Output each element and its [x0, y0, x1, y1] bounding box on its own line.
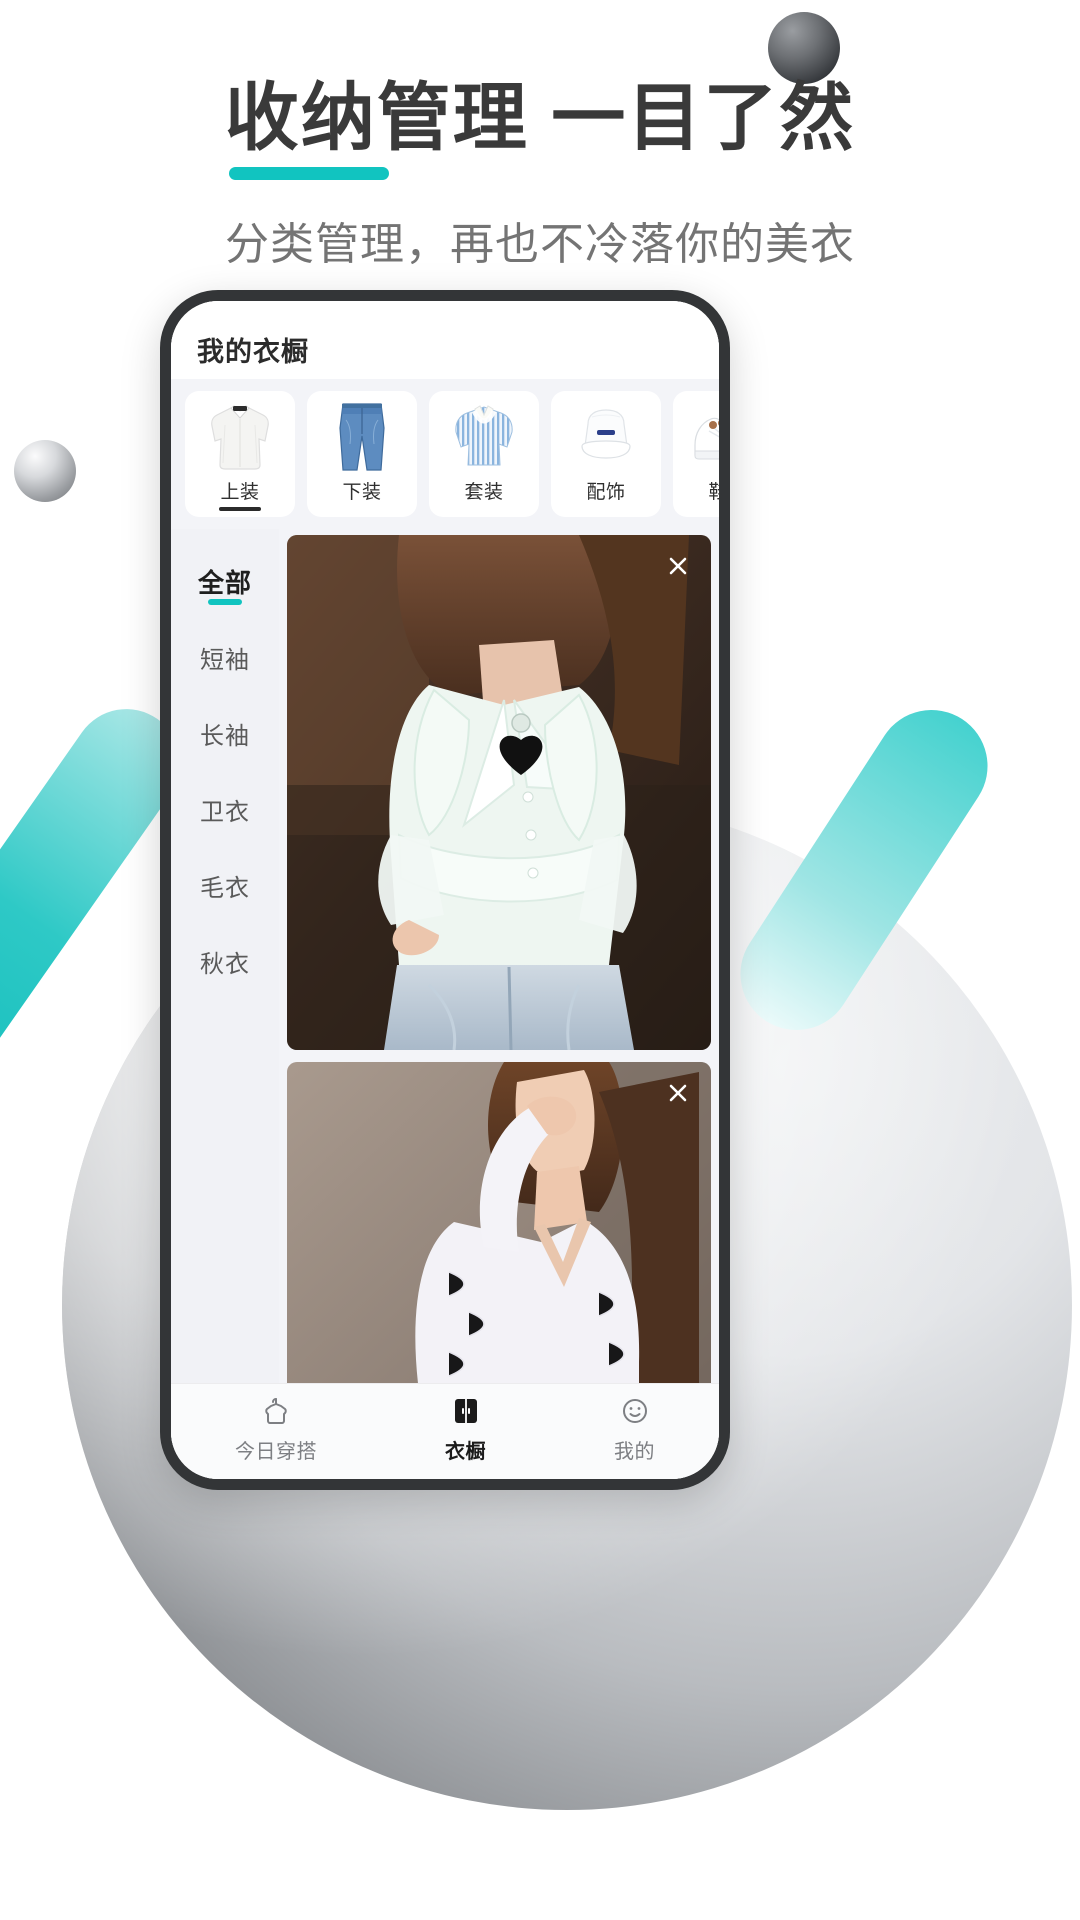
sidebar-item-short-sleeve[interactable]: 短袖 — [171, 619, 279, 695]
category-chip-shoes[interactable]: 鞋子 — [673, 391, 719, 517]
category-active-indicator — [219, 507, 261, 511]
sidebar-active-indicator — [208, 599, 242, 605]
sidebar-item-thermal[interactable]: 秋衣 — [171, 923, 279, 999]
close-icon — [669, 557, 687, 575]
hanger-shirt-icon — [259, 1394, 293, 1428]
subcategory-sidebar[interactable]: 全部 短袖 长袖 卫衣 毛衣 秋衣 — [171, 529, 279, 1383]
page-title: 收纳管理 一目了然 — [224, 76, 856, 180]
smiley-face-icon — [618, 1394, 652, 1428]
sidebar-item-label: 卫衣 — [200, 798, 250, 826]
app-screen: 我的衣橱 上装 下装 套装 配饰 全部 短袖 长袖 卫衣 毛衣 秋衣 今日穿搭 … — [171, 301, 719, 1479]
tab-label: 今日穿搭 — [235, 1440, 317, 1463]
sidebar-item-label: 长袖 — [200, 722, 250, 750]
wardrobe-item-list[interactable] — [279, 529, 719, 1383]
list-item[interactable] — [287, 1062, 711, 1383]
category-chip-accessories[interactable]: 配饰 — [551, 391, 661, 517]
sidebar-item-label: 秋衣 — [200, 950, 250, 978]
category-label: 套装 — [464, 482, 504, 503]
list-item[interactable] — [287, 535, 711, 1050]
category-label: 下装 — [342, 482, 382, 503]
sidebar-item-hoodie[interactable]: 卫衣 — [171, 771, 279, 847]
sidebar-item-long-sleeve[interactable]: 长袖 — [171, 695, 279, 771]
app-title: 我的衣橱 — [197, 337, 309, 367]
dark-sphere-decoration — [768, 12, 840, 84]
sidebar-item-all[interactable]: 全部 — [171, 543, 279, 619]
wardrobe-icon — [449, 1394, 483, 1428]
phone-mockup: 我的衣橱 上装 下装 套装 配饰 全部 短袖 长袖 卫衣 毛衣 秋衣 今日穿搭 … — [160, 290, 730, 1490]
blue-jeans-icon — [323, 399, 401, 475]
remove-item-button[interactable] — [661, 1076, 695, 1110]
white-sneakers-icon — [689, 399, 719, 475]
headline-container: 收纳管理 一目了然 — [0, 76, 1080, 180]
teal-ribbon-right-decoration — [718, 688, 1010, 1052]
sidebar-item-label: 毛衣 — [200, 874, 250, 902]
category-strip[interactable]: 上装 下装 套装 配饰 — [171, 379, 719, 529]
remove-item-button[interactable] — [661, 549, 695, 583]
white-shirt-icon — [201, 399, 279, 475]
category-label: 鞋子 — [708, 477, 719, 504]
headline-text: 收纳管理 一目了然 — [224, 76, 856, 159]
tab-label: 我的 — [614, 1440, 655, 1463]
category-chip-bottoms[interactable]: 下装 — [307, 391, 417, 517]
item-photo — [287, 1062, 711, 1383]
app-body: 全部 短袖 长袖 卫衣 毛衣 秋衣 — [171, 529, 719, 1383]
close-icon — [669, 1084, 687, 1102]
category-chip-sets[interactable]: 套装 — [429, 391, 539, 517]
page-subtitle: 分类管理，再也不冷落你的美衣 — [225, 220, 855, 269]
tab-label: 衣橱 — [445, 1440, 486, 1463]
item-photo — [287, 535, 711, 1050]
striped-set-icon — [445, 399, 523, 475]
headline-underline-accent — [228, 166, 389, 180]
bottom-navigation[interactable]: 今日穿搭 衣橱 我的 — [171, 1383, 719, 1479]
sidebar-item-label: 全部 — [197, 567, 252, 598]
category-chip-tops[interactable]: 上装 — [185, 391, 295, 517]
sidebar-item-sweater[interactable]: 毛衣 — [171, 847, 279, 923]
app-header: 我的衣橱 — [171, 301, 719, 379]
light-sphere-decoration — [14, 440, 76, 502]
tab-wardrobe[interactable]: 衣橱 — [445, 1394, 486, 1464]
tab-today-outfit[interactable]: 今日穿搭 — [235, 1394, 317, 1464]
category-label: 上装 — [220, 482, 260, 503]
bucket-hat-icon — [567, 399, 645, 475]
category-label: 配饰 — [586, 482, 626, 503]
tab-profile[interactable]: 我的 — [614, 1394, 655, 1464]
sidebar-item-label: 短袖 — [200, 646, 250, 674]
promo-page: 收纳管理 一目了然 分类管理，再也不冷落你的美衣 我的衣橱 上装 下装 套装 配… — [0, 0, 1080, 1920]
